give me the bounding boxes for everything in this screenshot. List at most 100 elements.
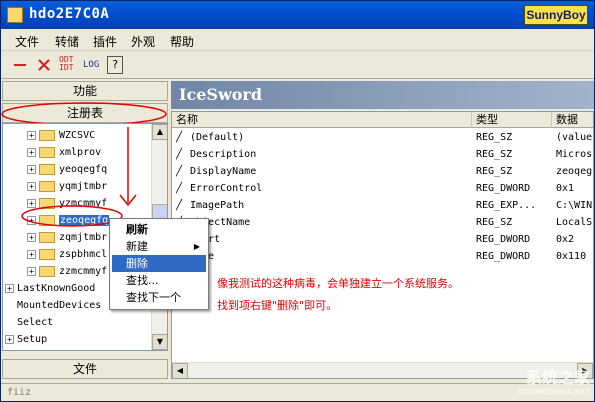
expand-icon[interactable]: + [27,232,36,242]
cell-data: (value [556,132,593,143]
value-icon: ╱ [176,166,183,177]
value-icon: ╱ [176,149,183,160]
watermark-text: 系统之家 [525,368,590,387]
column-data[interactable]: 数据 [552,112,593,128]
tree-item-label: zspbhmcl [59,249,108,260]
cell-data: 0x1 [556,183,575,194]
cell-name: ImagePath [190,200,245,211]
cell-name: DisplayName [190,166,257,177]
scroll-down-icon[interactable]: ▼ [152,334,167,350]
tree-item[interactable]: + WZCSVC [27,128,95,144]
cell-type: REG_DWORD [476,251,531,262]
cell-data: zeoqeg [556,166,593,177]
cell-data: LocalS [556,217,593,228]
log-button[interactable]: LOG [83,56,103,74]
ctx-delete[interactable]: 删除 [112,255,206,272]
ctx-refresh[interactable]: 刷新 [112,221,206,238]
tree-item-label: zeoqegfq [59,215,110,226]
help-icon[interactable]: ? [107,56,123,74]
cell-data: 0x110 [556,251,587,262]
close-icon[interactable] [35,56,53,74]
ctx-find[interactable]: 查找... [112,272,206,289]
cell-data: Micros [556,149,593,160]
expand-icon[interactable]: + [27,164,36,174]
expand-icon[interactable]: + [27,215,36,225]
scroll-left-icon[interactable]: ◀ [172,363,188,378]
column-type[interactable]: 类型 [472,112,552,128]
table-row[interactable]: ╱ Description REG_SZ Micros [172,146,593,163]
minus-icon[interactable] [11,56,29,74]
folder-icon [39,248,55,260]
folder-icon [39,163,55,175]
table-row[interactable]: ╱ ImagePath REG_EXP... C:\WIN [172,197,593,214]
expand-icon[interactable]: + [27,181,36,191]
table-row[interactable]: ╱ObjectNameREG_SZLocalS [172,214,593,231]
menu-plugins[interactable]: 插件 [93,33,117,50]
expand-icon[interactable]: + [27,130,36,140]
expand-icon[interactable]: + [27,147,36,157]
folder-icon [39,214,55,226]
folder-icon [39,231,55,243]
expand-icon[interactable]: + [27,266,36,276]
menu-bar: 文件 转储 插件 外观 帮助 [1,29,594,51]
cell-type: REG_DWORD [476,183,531,194]
tree-item[interactable]: + zzmcmmyf [27,264,107,280]
tree-item[interactable]: + Setup [5,332,47,348]
odt-idt-button[interactable]: ODT IDT [59,56,77,74]
registry-header[interactable]: 注册表 [2,103,168,123]
function-header[interactable]: 功能 [2,81,168,101]
folder-icon [39,180,55,192]
expand-icon[interactable]: + [5,283,14,293]
tree-item-label: yqmjtmbr [59,181,108,192]
file-footer[interactable]: 文件 [2,359,168,379]
value-icon: ╱ [176,200,183,211]
tree-item-selected[interactable]: + zeoqegfq [27,213,110,229]
tree-item[interactable]: + zspbhmcl [27,247,107,263]
tree-item[interactable]: Select [5,315,53,331]
cell-data: 0x2 [556,234,575,245]
tree-item-label: yzmcmmyf [59,198,108,209]
tree-item[interactable]: + yzmcmmyf [27,196,107,212]
tree-item[interactable]: MountedDevices [5,298,101,314]
menu-dump[interactable]: 转储 [55,33,79,50]
table-row[interactable]: ╱ ErrorControl REG_DWORD 0x1 [172,180,593,197]
table-row[interactable]: ╱StartREG_DWORD0x2 [172,231,593,248]
scroll-up-icon[interactable]: ▲ [152,124,167,140]
tree-item-label: LastKnownGood [17,283,96,294]
cell-type: REG_SZ [476,166,513,177]
tree-item[interactable]: + yeoqegfq [27,162,107,178]
tree-item[interactable]: + yqmjtmbr [27,179,107,195]
folder-icon [39,146,55,158]
expand-icon[interactable]: + [27,198,36,208]
cell-type: REG_EXP... [476,200,537,211]
table-row[interactable]: ╱ (Default) REG_SZ (value [172,129,593,146]
tree-item-label: zzmcmmyf [59,266,108,277]
expand-icon[interactable]: + [5,334,14,344]
ctx-find-next[interactable]: 查找下一个 [112,289,206,306]
ctx-new[interactable]: 新建 ▶ [112,238,206,255]
menu-help[interactable]: 帮助 [170,33,194,50]
title-bar: hdo2E7C0A SunnyBoy [1,1,594,29]
app-icon [7,7,23,23]
expand-icon[interactable]: + [27,249,36,259]
value-icon: ╱ [176,132,183,143]
tree-item[interactable]: + zqmjtmbr [27,230,107,246]
table-row[interactable]: ╱TypeREG_DWORD0x110 [172,248,593,265]
annotation-text-2: 找到项右键"删除"即可。 [217,299,338,312]
cell-type: REG_SZ [476,149,513,160]
menu-file[interactable]: 文件 [15,33,39,50]
tree-item-label: MountedDevices [17,300,102,311]
icesword-header: IceSword [171,81,594,109]
column-name[interactable]: 名称 [172,112,472,128]
table-row[interactable]: ╱ DisplayName REG_SZ zeoqeg [172,163,593,180]
folder-icon [39,197,55,209]
registry-values-table: 名称 类型 数据 ╱ (Default) REG_SZ (value ╱ Descrip… [171,111,594,379]
watermark: 系统之家 XITONGZHIJIA.NET [480,367,590,397]
menu-view[interactable]: 外观 [131,33,155,50]
toolbar: ODT IDT LOG ? [1,51,594,79]
cell-name: ErrorControl [190,183,263,194]
tree-item[interactable]: + xmlprov [27,145,101,161]
tree-item[interactable]: + LastKnownGood [5,281,95,297]
folder-icon [39,265,55,277]
right-panel: IceSword 名称 类型 数据 ╱ (Default) REG_SZ (value… [171,81,594,381]
